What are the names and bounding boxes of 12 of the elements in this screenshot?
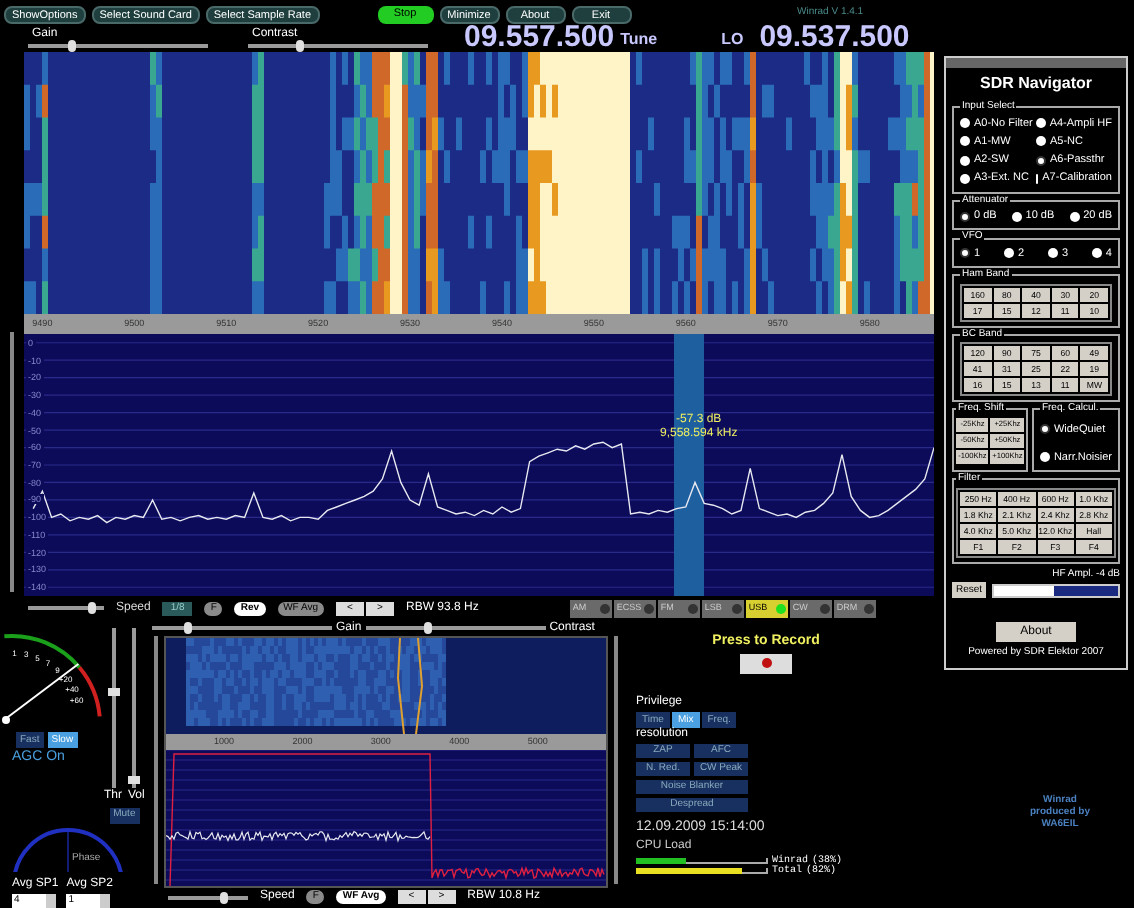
cpu-bar xyxy=(636,868,768,874)
vertical-slider[interactable] xyxy=(128,628,141,788)
lo-frequency: 09.537.500 xyxy=(759,24,910,52)
record-button[interactable] xyxy=(740,653,792,673)
cpu-bar xyxy=(636,858,768,864)
tune-frequency: 09.557.500 xyxy=(464,24,615,52)
scale-arc xyxy=(4,634,102,717)
lo-label: LO xyxy=(721,28,744,52)
hf-ampl-slider[interactable] xyxy=(992,583,1120,597)
tune-label: Tune xyxy=(620,28,658,52)
panel-title: SDR Navigator xyxy=(977,72,1094,96)
record-icon xyxy=(761,658,771,668)
